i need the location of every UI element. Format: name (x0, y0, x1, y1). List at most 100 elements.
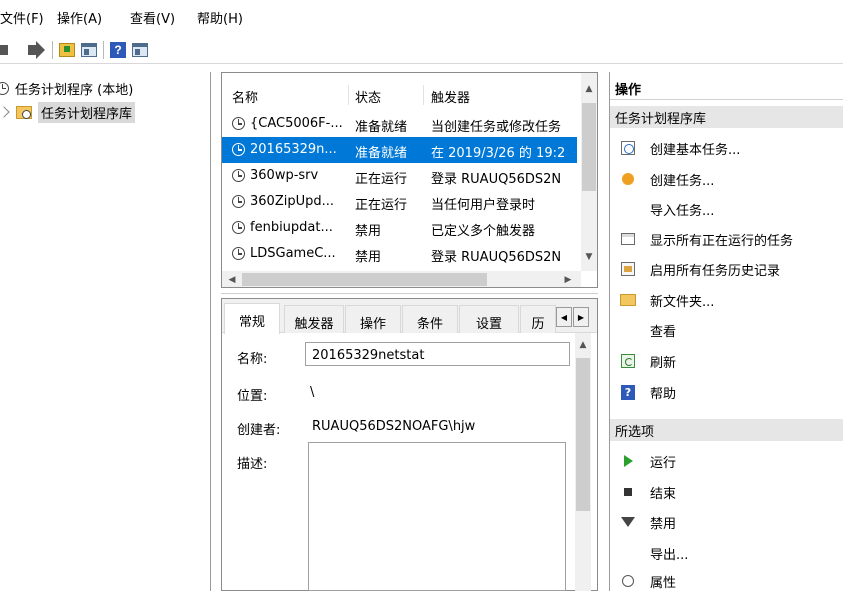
toolbar: ? (0, 36, 843, 64)
action-end[interactable]: 结束 (610, 477, 843, 507)
section-task-library[interactable]: 任务计划程序库 (610, 106, 843, 128)
action-disable[interactable]: 禁用 (610, 507, 843, 537)
task-clock-icon (232, 169, 245, 182)
tab-scroll-left-icon[interactable]: ◀ (556, 307, 572, 327)
chevron-right-icon[interactable] (0, 106, 10, 118)
task-trigger: 在 2019/3/26 的 19:2 (431, 146, 566, 161)
task-library-folder-icon (16, 105, 32, 119)
name-label: 名称: (237, 352, 268, 367)
toolbar-separator (52, 40, 53, 59)
action-label: 刷新 (650, 355, 677, 371)
history-icon (620, 261, 636, 277)
action-label: 属性 (650, 575, 677, 591)
disable-icon (620, 514, 636, 530)
show-hide-action-pane-button[interactable] (132, 41, 148, 59)
action-label: 创建任务... (650, 173, 715, 189)
scrollbar-thumb[interactable] (242, 273, 487, 286)
table-row[interactable]: 360wp-srv 正在运行 登录 RUAUQ56DS2N (222, 163, 577, 189)
task-list-horizontal-scrollbar[interactable]: ◀ ▶ (222, 271, 581, 287)
up-folder-button[interactable] (59, 41, 75, 59)
create-basic-task-icon (620, 140, 636, 156)
action-label: 新文件夹... (650, 294, 715, 310)
help-icon: ? (110, 41, 126, 58)
action-show-running-tasks[interactable]: 显示所有正在运行的任务 (610, 224, 843, 254)
action-create-task[interactable]: 创建任务... (610, 164, 843, 194)
action-label: 运行 (650, 455, 677, 471)
task-status: 正在运行 (355, 198, 408, 213)
tab-history[interactable]: 历 (520, 305, 556, 333)
task-status: 正在运行 (355, 172, 408, 187)
table-row[interactable]: {CAC5006F-... 准备就绪 当创建任务或修改任务 (222, 111, 577, 137)
tree-item-library[interactable]: 任务计划程序库 (0, 101, 136, 123)
tree-item-root[interactable]: 任务计划程序 (本地) (0, 78, 133, 98)
scrollbar-thumb[interactable] (576, 358, 590, 511)
show-hide-tree-button[interactable] (81, 41, 97, 59)
action-view[interactable]: 查看 (610, 315, 843, 345)
action-export[interactable]: 导出... (610, 538, 843, 568)
task-status: 准备就绪 (355, 120, 408, 135)
column-header-name[interactable]: 名称 (232, 87, 258, 106)
console-tree-icon (81, 42, 97, 57)
action-label: 显示所有正在运行的任务 (650, 233, 794, 249)
task-clock-icon (232, 221, 245, 234)
forward-arrow-icon (26, 40, 46, 59)
action-run[interactable]: 运行 (610, 446, 843, 476)
details-vertical-scrollbar[interactable]: ▲ (575, 333, 591, 591)
scroll-down-icon[interactable]: ▼ (581, 249, 597, 265)
help-toolbar-button[interactable]: ? (110, 41, 126, 59)
action-help[interactable]: ? 帮助 (610, 377, 843, 407)
menu-view[interactable]: 查看(V) (130, 8, 197, 27)
action-new-folder[interactable]: 新文件夹... (610, 285, 843, 315)
table-row[interactable]: 360ZipUpd... 正在运行 当任何用户登录时 (222, 189, 577, 215)
action-label: 启用所有任务历史记录 (650, 263, 781, 279)
tab-general[interactable]: 常规 (224, 303, 280, 334)
scrollbar-thumb[interactable] (582, 103, 596, 191)
back-button[interactable] (0, 41, 20, 59)
create-task-icon (620, 171, 636, 187)
task-clock-icon (232, 247, 245, 260)
tab-triggers[interactable]: 触发器 (284, 305, 344, 333)
scroll-up-icon[interactable]: ▲ (575, 337, 591, 353)
forward-button[interactable] (26, 40, 46, 59)
task-clock-icon (232, 195, 245, 208)
table-row[interactable]: LDSGameC... 禁用 登录 RUAUQ56DS2N (222, 241, 577, 267)
folder-up-icon (59, 42, 75, 57)
action-label: 结束 (650, 486, 677, 502)
author-value: RUAUQ56DS2NOAFG\hjw (312, 419, 476, 434)
task-list-vertical-scrollbar[interactable]: ▲ ▼ (581, 73, 597, 271)
action-enable-history[interactable]: 启用所有任务历史记录 (610, 254, 843, 284)
column-header-status[interactable]: 状态 (355, 87, 381, 106)
tab-settings[interactable]: 设置 (459, 305, 519, 333)
table-row[interactable]: 20165329n... 准备就绪 在 2019/3/26 的 19:2 (222, 137, 577, 163)
scroll-right-icon[interactable]: ▶ (560, 272, 576, 287)
action-label: 导出... (650, 547, 689, 563)
column-divider[interactable] (423, 85, 424, 105)
task-name: {CAC5006F-... (250, 116, 343, 131)
action-refresh[interactable]: 刷新 (610, 346, 843, 376)
section-selected-item[interactable]: 所选项 (610, 419, 843, 441)
action-properties[interactable]: 属性 (610, 566, 843, 591)
task-list-header: 名称 状态 触发器 (222, 79, 582, 107)
tab-conditions[interactable]: 条件 (402, 305, 458, 333)
scroll-up-icon[interactable]: ▲ (581, 81, 597, 97)
tree-item-label: 任务计划程序 (本地) (15, 82, 134, 98)
task-name: 20165329n... (250, 142, 337, 157)
scroll-left-icon[interactable]: ◀ (224, 272, 240, 287)
task-scheduler-icon (0, 81, 9, 95)
tab-scroll-right-icon[interactable]: ▶ (573, 307, 589, 327)
column-header-trigger[interactable]: 触发器 (431, 87, 470, 106)
action-create-basic-task[interactable]: 创建基本任务... (610, 133, 843, 163)
task-status: 准备就绪 (355, 146, 408, 161)
blank-icon (620, 201, 636, 217)
menu-file[interactable]: 文件(F) (0, 8, 57, 27)
menu-help[interactable]: 帮助(H) (197, 8, 267, 27)
action-import-task[interactable]: 导入任务... (610, 194, 843, 224)
actions-pane: 操作 任务计划程序库 创建基本任务... 创建任务... 导入任务... 显示所… (609, 72, 843, 591)
table-row[interactable]: fenbiupdat... 禁用 已定义多个触发器 (222, 215, 577, 241)
tab-actions[interactable]: 操作 (345, 305, 401, 333)
task-name: 360wp-srv (250, 168, 319, 183)
column-divider[interactable] (348, 85, 349, 105)
description-field[interactable] (308, 442, 566, 591)
menu-action[interactable]: 操作(A) (57, 8, 130, 27)
action-label: 查看 (650, 324, 677, 340)
